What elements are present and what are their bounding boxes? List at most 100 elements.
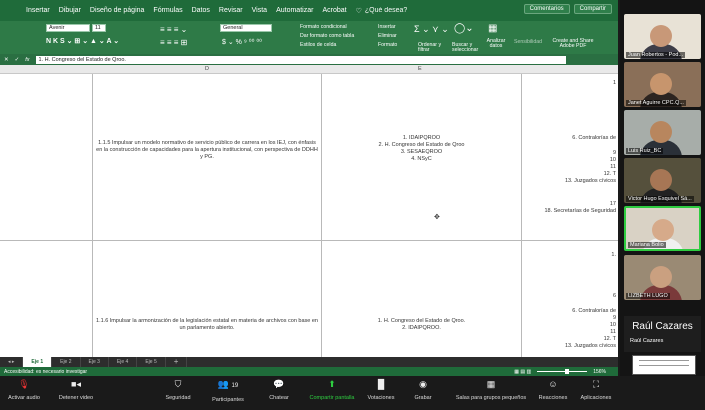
delete-cells-button[interactable]: Eliminar [378, 33, 397, 39]
grid-line [321, 74, 322, 357]
apps-icon: ⛶ [592, 379, 600, 389]
participant-name: Mariana Bolio [628, 242, 666, 248]
ribbon: Avenir 11 N K S ⌄ ⊞ ⌄ ▲ ⌄ A ⌄ ≡ ≡ ≡ ⌄ ≡ … [0, 21, 618, 54]
breakout-icon: ▦ [486, 379, 496, 389]
list-item: 10 [609, 322, 616, 328]
sensitivity-button[interactable]: Sensibilidad [514, 39, 542, 45]
participant-name: Janet Aguirre CPC.Q... [626, 100, 686, 106]
menu-item-acrobat[interactable]: Acrobat [322, 7, 346, 14]
menu-item-insertar[interactable]: Insertar [26, 7, 50, 14]
participant-face [650, 73, 672, 95]
grid-line [92, 74, 93, 357]
number-icons[interactable]: $ ⌄ % ⁹ ⁰⁰ ⁰⁰ [222, 38, 262, 46]
record-icon: ◉ [419, 379, 427, 389]
sheet-grid[interactable]: 1.1.5 Impulsar un modelo normativo de se… [0, 74, 618, 357]
tell-me-search[interactable]: ♡ ¿Qué desea? [356, 7, 408, 15]
font-size-box[interactable]: 11 [92, 24, 106, 32]
indent-icons[interactable]: ≡ ≡ ≡ ⊞ [160, 38, 187, 47]
share-button[interactable]: Compartir [573, 4, 612, 14]
search-icon[interactable]: ◯⌄ [454, 23, 474, 34]
chat-button[interactable]: 💬 Chatear [249, 380, 309, 402]
formula-input[interactable]: 1. H. Congreso del Estado de Qroo. [35, 55, 566, 64]
insert-cells-button[interactable]: Insertar [378, 24, 396, 30]
tab-nav-icon[interactable]: ◂ ▸ [0, 357, 24, 367]
sort-filter-button[interactable]: Ordenar y filtrar [418, 42, 444, 53]
apps-button[interactable]: ⛶ Aplicaciones [566, 379, 626, 402]
menu-item-diseno[interactable]: Diseño de página [90, 7, 145, 14]
menu-item-revisar[interactable]: Revisar [219, 7, 243, 14]
menu-item-vista[interactable]: Vista [252, 7, 267, 14]
zoom-slider[interactable] [537, 369, 588, 374]
list-item: 11 [610, 329, 616, 335]
record-button[interactable]: ◉ Grabar [393, 379, 453, 402]
participant-big-name: Raúl Cazares [632, 321, 693, 332]
add-sheet-button[interactable]: + [166, 357, 188, 367]
participant-tile[interactable]: Juan Robertos - Pod... [624, 14, 701, 59]
menu-item-dibujar[interactable]: Dibujar [59, 7, 81, 14]
zoom-level[interactable]: 156% [593, 369, 606, 375]
stop-video-button[interactable]: ■◂ Detener video [46, 380, 106, 402]
participant-tile[interactable]: Victor Hugo Esquivel Sá... [624, 158, 701, 203]
font-name-box[interactable]: Avenir [46, 24, 90, 32]
list-item: 10 [609, 157, 616, 163]
column-headers: D E [0, 65, 618, 74]
participants-panel: Juan Robertos - Pod... Janet Aguirre CPC… [620, 0, 705, 376]
adobe-pdf-button[interactable]: Create and Share Adobe PDF [550, 38, 596, 49]
breakout-rooms-button[interactable]: ▦ Salas para grupos pequeños [448, 379, 534, 402]
tab-eje-4[interactable]: Eje 4 [109, 357, 138, 367]
participant-face [652, 219, 674, 241]
analyze-icon[interactable]: ▦ [488, 23, 497, 34]
cell-f-row2[interactable]: 1. 6 6. Contralorías de 9 10 11 12. T 13… [525, 252, 616, 350]
tab-eje-3[interactable]: Eje 3 [81, 357, 109, 367]
menu-item-datos[interactable]: Datos [192, 7, 210, 14]
column-header-e[interactable]: E [418, 66, 422, 72]
participant-tile-no-video[interactable]: Raúl Cazares Raúl Cazares [624, 316, 701, 352]
participant-tile[interactable]: Luis Ruiz_BC [624, 110, 701, 155]
table-format-button[interactable]: Dar formato como tabla [300, 33, 354, 39]
cell-d-row2[interactable]: 1.1.6 Impulsar la armonización de la leg… [96, 318, 318, 332]
sum-icon[interactable]: Σ ⌄ ⋎ ⌄ [414, 24, 449, 35]
excel-window: Insertar Dibujar Diseño de página Fórmul… [0, 0, 618, 376]
tab-eje-5[interactable]: Eje 5 [137, 357, 166, 367]
participant-tile[interactable]: Janet Aguirre CPC.Q... [624, 62, 701, 107]
participant-name: Juan Robertos - Pod... [626, 52, 686, 58]
participant-name: Victor Hugo Esquivel Sá... [626, 196, 694, 202]
comments-button[interactable]: Comentarios [523, 4, 570, 14]
list-item: 3. SESAEQROO [400, 149, 443, 155]
align-icons[interactable]: ≡ ≡ ≡ ⌄ [160, 25, 187, 34]
menu-item-formulas[interactable]: Fórmulas [153, 7, 182, 14]
tab-eje-1[interactable]: Eje 1 [23, 357, 53, 367]
list-item: 1. IDAIPQROO [402, 135, 441, 141]
cond-format-button[interactable]: Formato condicional [300, 24, 347, 30]
participant-tile-active[interactable]: Mariana Bolio [624, 206, 701, 251]
menu-item-automatizar[interactable]: Automatizar [276, 7, 313, 14]
analyze-data-button[interactable]: Analizar datos [484, 38, 508, 49]
list-item: 11 [610, 164, 616, 170]
participant-tile[interactable]: LIZBETH LUGO [624, 255, 701, 300]
list-item: 13. Juzgados cívicos [564, 178, 616, 184]
zoom-toolbar: 🎙 Activar audio ■◂ Detener video ⛉ Segurida… [0, 376, 705, 410]
cell-e-row2[interactable]: 1. H. Congreso del Estado de Qroo. 2. ID… [325, 318, 518, 332]
tab-eje-2[interactable]: Eje 2 [52, 357, 81, 367]
format-cells-button[interactable]: Formato [378, 42, 397, 48]
bold-italic-underline[interactable]: N K S ⌄ ⊞ ⌄ ▲ ⌄ A ⌄ [46, 37, 119, 45]
list-item: 4. NSyC [411, 156, 432, 162]
grid-line [0, 240, 618, 241]
participant-name: Raúl Cazares [630, 338, 664, 344]
cancel-icon[interactable]: ✕ [4, 57, 9, 63]
number-format-box[interactable]: General [220, 24, 272, 32]
participant-face [650, 121, 672, 143]
confirm-icon[interactable]: ✓ [15, 57, 20, 63]
list-item: 12. T [603, 171, 616, 177]
accessibility-status[interactable]: Accesibilidad: es necesario investigar [4, 369, 87, 375]
cell-styles-button[interactable]: Estilos de celda [300, 42, 336, 48]
column-header-d[interactable]: D [205, 66, 209, 72]
cell-d-row1[interactable]: 1.1.5 Impulsar un modelo normativo de se… [96, 140, 318, 161]
screen-thumbnail[interactable] [632, 355, 696, 375]
cell-e-row1[interactable]: 1. IDAIPQROO 2. H. Congreso del Estado d… [325, 135, 518, 163]
list-item: 6 [612, 293, 616, 299]
cell-f-row1[interactable]: 1 6. Contralorías de 9 10 11 12. T 13. J… [525, 80, 616, 215]
view-icons[interactable]: ▦ ▤ ▥ [514, 369, 531, 375]
participant-face [650, 25, 672, 47]
find-select-button[interactable]: Buscar y seleccionar [452, 42, 480, 53]
